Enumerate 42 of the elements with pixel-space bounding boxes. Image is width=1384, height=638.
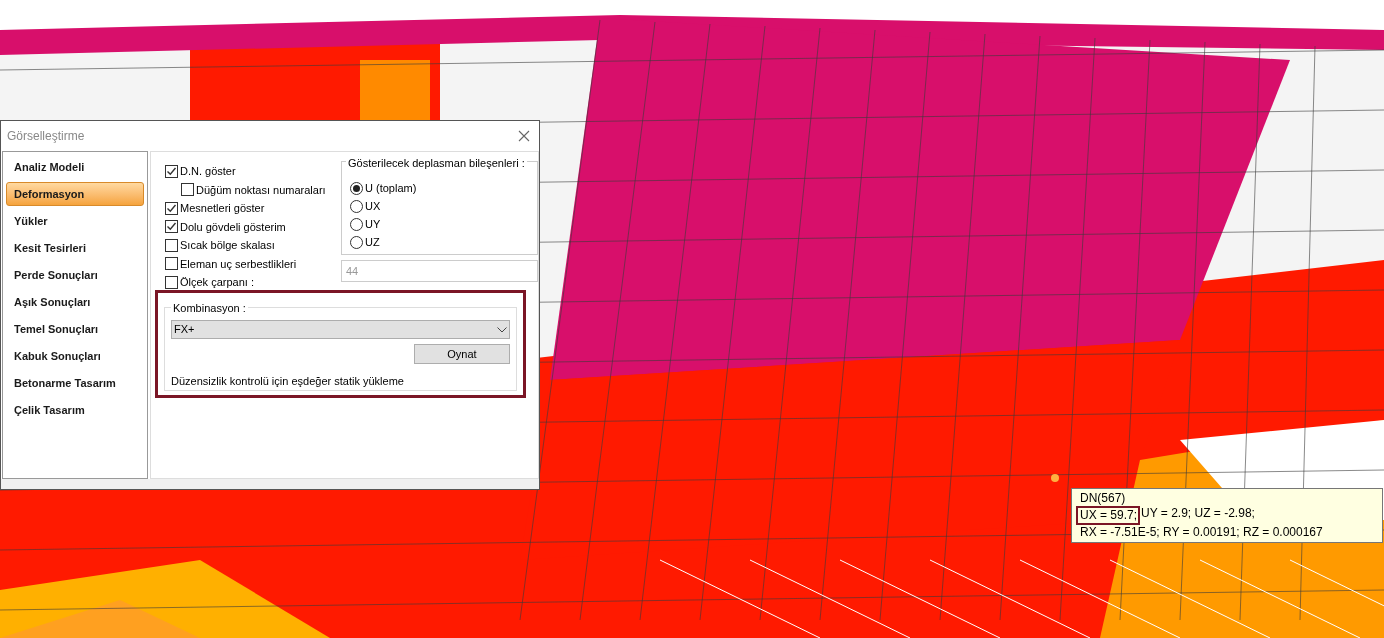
checkbox[interactable]	[165, 220, 178, 234]
tooltip-line: UY = 2.9; UZ = -2.98;	[1140, 506, 1255, 522]
chevron-icon	[497, 326, 507, 333]
radio-button[interactable]	[350, 218, 363, 231]
option-label: Mesnetleri göster	[180, 201, 265, 216]
radio-button[interactable]	[350, 200, 363, 213]
category-item[interactable]: Deformasyon	[6, 182, 144, 206]
option-label: Ölçek çarpanı :	[180, 275, 254, 290]
checkbox[interactable]	[165, 275, 178, 289]
checkbox[interactable]	[165, 201, 178, 215]
option-label: D.N. göster	[180, 164, 236, 179]
radio-label: UX	[365, 199, 381, 215]
play-button[interactable]: Oynat	[414, 344, 510, 364]
highlighted-value: UX = 59.7;	[1076, 506, 1141, 525]
category-item[interactable]: Kabuk Sonuçları	[6, 344, 144, 368]
combination-dropdown[interactable]: FX+	[171, 320, 510, 340]
checkbox[interactable]	[181, 183, 194, 197]
close-icon[interactable]	[518, 130, 530, 142]
checkbox[interactable]	[165, 257, 178, 271]
radio-label: UZ	[365, 235, 380, 251]
category-item[interactable]: Kesit Tesirleri	[6, 236, 144, 260]
option-label: Sıcak bölge skalası	[180, 238, 275, 253]
category-item[interactable]: Çelik Tasarım	[6, 398, 144, 422]
category-item[interactable]: Perde Sonuçları	[6, 263, 144, 287]
checkbox[interactable]	[165, 238, 178, 252]
window-title: Görselleştirme	[7, 128, 85, 145]
tooltip-title: DN(567)	[1080, 491, 1126, 506]
checkbox[interactable]	[165, 164, 178, 178]
option-label: Dolu gövdeli gösterim	[180, 219, 286, 235]
category-item[interactable]: Yükler	[6, 209, 144, 233]
radio-label: UY	[365, 217, 381, 233]
radio-button[interactable]	[350, 236, 363, 249]
category-item[interactable]: Analiz Modeli	[6, 155, 144, 179]
radio-button[interactable]	[350, 182, 363, 195]
category-item[interactable]: Betonarme Tasarım	[6, 371, 144, 395]
option-label: Eleman uç serbestlikleri	[180, 256, 297, 272]
category-item[interactable]: Temel Sonuçları	[6, 317, 144, 341]
combination-description: Düzensizlik kontrolü için eşdeğer statik yükleme	[171, 374, 405, 389]
option-label: Düğüm noktası numaraları	[196, 182, 326, 198]
radio-label: U (toplam)	[365, 181, 417, 197]
category-item[interactable]: Aşık Sonuçları	[6, 290, 144, 314]
tooltip-line: RX = -7.51E-5; RY = 0.00191; RZ = 0.000167	[1080, 525, 1323, 540]
